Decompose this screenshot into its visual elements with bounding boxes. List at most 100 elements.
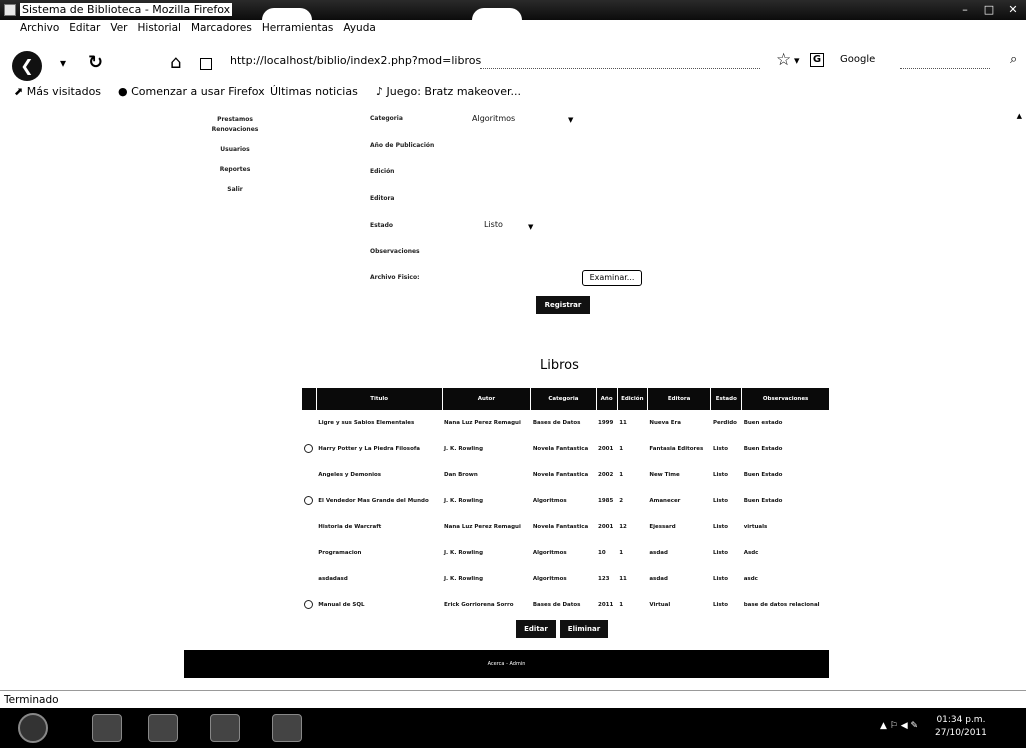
table-cell: 2011 (598, 602, 614, 608)
table-cell: Novela Fantastica (532, 446, 589, 452)
table-cell: Bases de Datos (532, 420, 581, 426)
row-select-cell[interactable] (302, 540, 316, 566)
table-cell: Dan Brown (444, 472, 478, 478)
row-radio-button[interactable] (304, 443, 313, 453)
taskbar-firefox-icon[interactable] (92, 714, 122, 742)
side-menu-salir[interactable]: Salir (210, 186, 260, 206)
table-cell: 2001 (598, 446, 614, 452)
side-menu-reportes[interactable]: Reportes (210, 166, 260, 186)
table-cell: Algoritmos (532, 550, 567, 556)
table-cell: asdc (743, 576, 758, 582)
menu-archivo[interactable]: Archivo (20, 20, 59, 36)
table-cell: Asdc (743, 550, 759, 556)
table-row[interactable]: El Vendedor Mas Grande del Mundo J. K. Ro… (302, 488, 830, 514)
taskbar-ie-icon[interactable] (210, 714, 240, 742)
row-select-cell[interactable] (302, 436, 316, 462)
side-menu-prestamos[interactable]: Prestamos (210, 116, 260, 126)
google-icon[interactable]: G (810, 53, 824, 67)
menu-ayuda[interactable]: Ayuda (343, 20, 375, 36)
table-row[interactable]: asdadasd J. K. Rowling Algoritmos 123 11 asda… (302, 566, 830, 592)
window-title: Sistema de Biblioteca - Mozilla Firefox (20, 3, 233, 16)
chevron-down-icon[interactable]: ▼ (528, 223, 533, 231)
taskbar-media-icon[interactable] (272, 714, 302, 742)
archivo-label: Archivo Fisico: (370, 274, 420, 281)
table-cell: J. K. Rowling (444, 550, 484, 556)
page-content: Prestamos Renovaciones Usuarios Reportes… (0, 102, 1026, 690)
start-button-icon[interactable] (18, 713, 48, 743)
back-icon[interactable]: ❮ (12, 51, 42, 81)
search-icon[interactable]: ⌕ (1010, 52, 1017, 67)
table-row[interactable]: Ligre y sus Sabios Elementales Nana Luz P… (302, 410, 830, 436)
table-cell: asdad (649, 550, 668, 556)
table-cell: Programacion (318, 550, 362, 556)
scroll-up-icon[interactable]: ▲ (1017, 112, 1022, 120)
menu-historial[interactable]: Historial (138, 20, 181, 36)
taskbar-folder-icon[interactable] (148, 714, 178, 742)
bookmark-comenzar-firefox[interactable]: ● Comenzar a usar Firefox (118, 85, 265, 98)
reload-icon[interactable]: ↻ (88, 52, 103, 73)
clock-time: 01:34 p.m. (936, 715, 986, 725)
side-menu-usuarios[interactable]: Usuarios (210, 146, 260, 166)
row-radio-button[interactable] (304, 599, 313, 609)
table-cell: Historia de Warcraft (318, 524, 382, 530)
bookmark-mas-visitados[interactable]: ⬈ Más visitados (14, 85, 101, 98)
url-bar[interactable]: http://localhost/biblio/index2.php?mod=l… (230, 54, 481, 67)
column-header: Autor (442, 388, 532, 410)
row-select-cell[interactable] (302, 592, 316, 618)
editora-label: Editora (370, 195, 395, 202)
bookmark-juego-bratz[interactable]: ♪ Juego: Bratz makeover... (376, 85, 521, 98)
menu-herramientas[interactable]: Herramientas (262, 20, 334, 36)
table-cell: Nana Luz Perez Remagui (444, 524, 521, 530)
row-radio-button[interactable] (304, 495, 313, 505)
estado-label: Estado (370, 222, 394, 229)
table-row[interactable]: Harry Potter y La Piedra Filosofa J. K. R… (302, 436, 830, 462)
table-cell: Buen Estado (743, 446, 783, 452)
column-header: Edición (617, 388, 648, 410)
table-row[interactable]: Historia de Warcraft Nana Luz Perez Remag… (302, 514, 830, 540)
side-menu-renovaciones[interactable]: Renovaciones (210, 126, 260, 146)
table-row[interactable]: Angeles y Demonios Dan Brown Novela Fantas… (302, 462, 830, 488)
categoria-select[interactable]: Algoritmos (472, 114, 515, 123)
row-select-cell[interactable] (302, 410, 316, 436)
menu-bar: Archivo Editar Ver Historial Marcadores … (0, 20, 1026, 36)
home-icon[interactable]: ⌂ (170, 52, 181, 73)
estado-select[interactable]: Listo (484, 220, 503, 229)
bookmark-star-icon[interactable]: ☆ (776, 50, 791, 70)
forward-dropdown-icon[interactable]: ▾ (60, 56, 66, 70)
delete-button[interactable]: Eliminar (560, 620, 608, 638)
table-cell: Buen Estado (743, 498, 783, 504)
maximize-icon[interactable]: □ (980, 2, 998, 17)
table-cell: 1 (619, 602, 624, 608)
row-select-cell[interactable] (302, 462, 316, 488)
edicion-label: Edición (370, 168, 395, 175)
chevron-down-icon[interactable]: ▼ (568, 116, 573, 124)
bookmark-ultimas-noticias[interactable]: Últimas noticias (270, 85, 358, 98)
table-row[interactable]: Programacion J. K. Rowling Algoritmos 10 1 as… (302, 540, 830, 566)
table-cell: J. K. Rowling (444, 576, 484, 582)
minimize-icon[interactable]: – (956, 2, 974, 17)
file-browse-button[interactable]: Examinar... (582, 270, 642, 286)
edit-button[interactable]: Editar (516, 620, 556, 638)
firefox-app-icon (4, 4, 16, 16)
menu-editar[interactable]: Editar (69, 20, 100, 36)
page-icon (200, 58, 212, 70)
libros-title: Libros (540, 358, 579, 373)
table-cell: New Time (649, 472, 680, 478)
table-cell: El Vendedor Mas Grande del Mundo (318, 498, 429, 504)
table-row[interactable]: Manual de SQL Erick Gorriorena Sorro Bases… (302, 592, 830, 618)
table-cell: asdadasd (318, 576, 348, 582)
menu-ver[interactable]: Ver (110, 20, 127, 36)
taskbar-clock[interactable]: 01:34 p.m. 27/10/2011 (935, 714, 987, 740)
close-icon[interactable]: ✕ (1004, 2, 1022, 17)
row-select-cell[interactable] (302, 488, 316, 514)
table-cell: Buen estado (743, 420, 783, 426)
clock-date: 27/10/2011 (935, 728, 987, 738)
search-input[interactable]: Google (840, 54, 875, 65)
registrar-button[interactable]: Registrar (536, 296, 590, 314)
table-cell: Nueva Era (649, 420, 681, 426)
row-select-cell[interactable] (302, 514, 316, 540)
system-tray-icons[interactable]: ▲ ⚐ ◀ ✎ (880, 721, 918, 731)
row-select-cell[interactable] (302, 566, 316, 592)
menu-marcadores[interactable]: Marcadores (191, 20, 252, 36)
url-dropdown-icon[interactable]: ▾ (794, 54, 800, 67)
